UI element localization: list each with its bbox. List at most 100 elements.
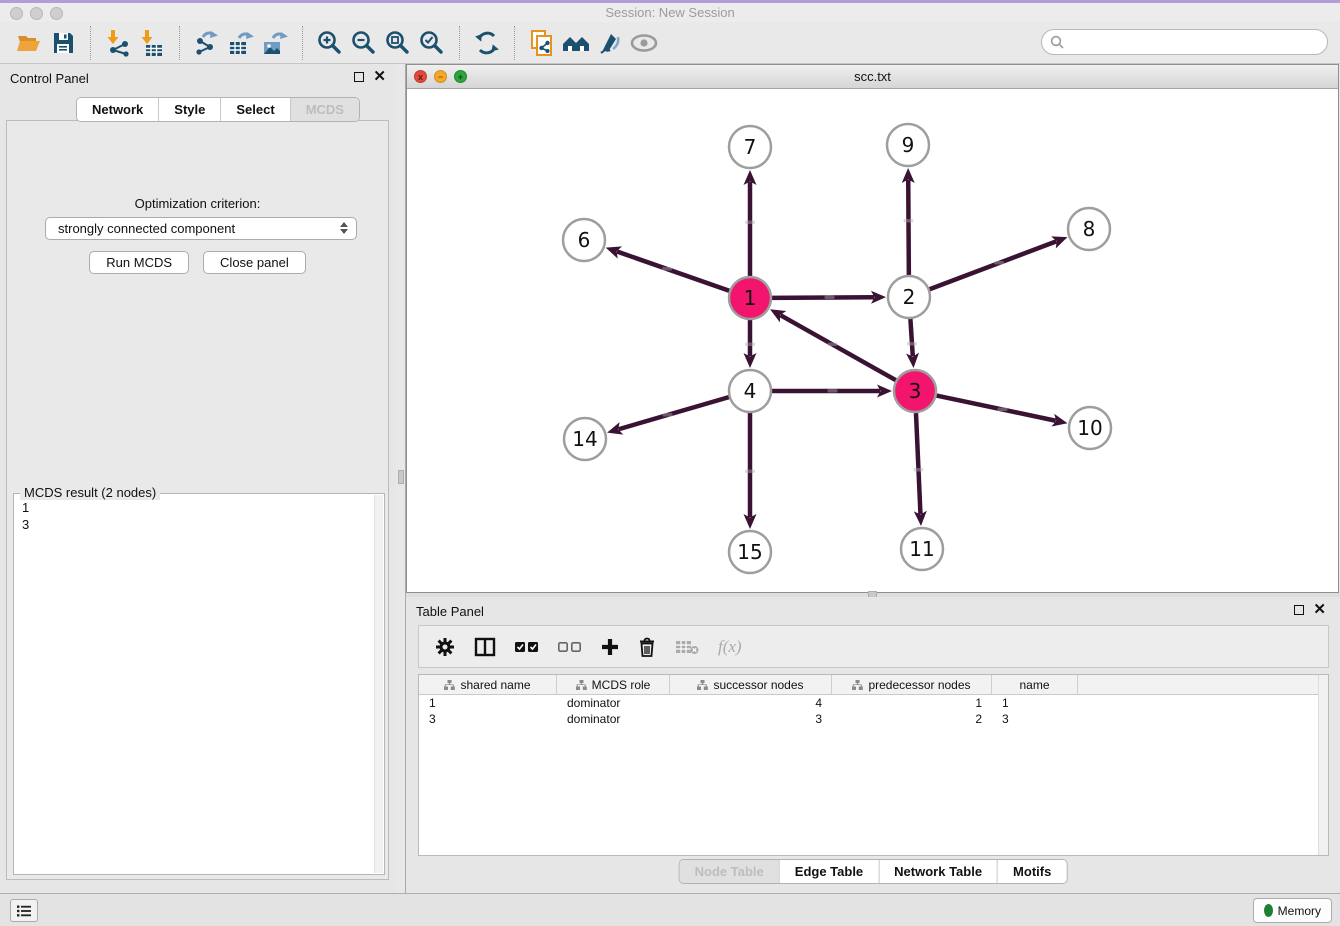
tab-select[interactable]: Select <box>220 98 289 121</box>
graph-edge-4-14[interactable] <box>619 397 729 429</box>
graph-node-label: 3 <box>909 379 922 403</box>
network-canvas[interactable]: 7968124314101511 <box>407 89 1338 592</box>
toolbar-separator <box>179 26 180 60</box>
graph-node-label: 14 <box>572 427 597 451</box>
graph-node-label: 2 <box>903 285 916 309</box>
import-table-icon[interactable] <box>135 26 169 60</box>
column-header-shared-name[interactable]: shared name <box>419 675 557 695</box>
task-history-button[interactable] <box>10 899 38 922</box>
tab-network[interactable]: Network <box>77 98 158 121</box>
graph-edge-3-11[interactable] <box>916 413 920 514</box>
search-input[interactable] <box>1071 35 1327 50</box>
graph-node-label: 4 <box>744 379 757 403</box>
table-panel-title: Table Panel <box>416 604 484 619</box>
zoom-fit-icon[interactable] <box>381 26 415 60</box>
mcds-result-text[interactable]: 1 3 <box>16 496 372 872</box>
first-neighbors-icon[interactable] <box>559 26 593 60</box>
graph-edge-3-1[interactable] <box>780 315 895 380</box>
network-view-window: x − + scc.txt 7968124314101511 <box>406 64 1339 593</box>
edge-label <box>663 413 673 417</box>
tab-style[interactable]: Style <box>158 98 220 121</box>
column-header-predecessor-nodes[interactable]: predecessor nodes <box>832 675 992 695</box>
close-panel-button[interactable]: Close panel <box>203 251 306 274</box>
edge-label <box>907 342 917 346</box>
export-network-icon[interactable] <box>190 26 224 60</box>
graphics-details-icon[interactable] <box>593 26 627 60</box>
vertical-splitter[interactable] <box>396 64 406 893</box>
table-row[interactable]: 3dominator323 <box>419 711 1328 727</box>
edge-label <box>745 343 755 347</box>
column-header-MCDS-role[interactable]: MCDS role <box>557 675 670 695</box>
tab-node-table[interactable]: Node Table <box>680 860 779 883</box>
mcds-result-group: MCDS result (2 nodes) 1 3 <box>13 493 385 875</box>
tab-edge-table[interactable]: Edge Table <box>779 860 878 883</box>
optimization-criterion-value: strongly connected component <box>58 221 235 236</box>
table-cell: 1 <box>992 695 1078 711</box>
table-cell: dominator <box>557 711 670 727</box>
tab-network-table[interactable]: Network Table <box>878 860 997 883</box>
column-header-label: predecessor nodes <box>868 678 970 692</box>
column-settings-icon[interactable] <box>435 637 455 657</box>
delete-row-icon[interactable] <box>638 637 656 657</box>
edge-label <box>745 470 755 474</box>
run-mcds-button[interactable]: Run MCDS <box>89 251 189 274</box>
network-window-titlebar[interactable]: x − + scc.txt <box>407 65 1338 89</box>
edge-label <box>828 343 838 347</box>
status-bar: Memory <box>0 893 1340 926</box>
edge-label <box>825 296 835 300</box>
table-cell: 1 <box>419 695 557 711</box>
table-row[interactable]: 1dominator411 <box>419 695 1328 711</box>
column-header-successor-nodes[interactable]: successor nodes <box>670 675 832 695</box>
graph-edge-2-3[interactable] <box>910 319 912 356</box>
split-pane-icon[interactable] <box>474 637 496 657</box>
tab-mcds[interactable]: MCDS <box>290 98 359 121</box>
app-title: Session: New Session <box>0 5 1340 20</box>
result-scrollbar[interactable] <box>374 495 383 873</box>
select-stepper-icon <box>340 222 348 234</box>
select-all-icon[interactable] <box>515 641 539 653</box>
graph-node-label: 1 <box>744 286 757 310</box>
zoom-in-icon[interactable] <box>313 26 347 60</box>
list-icon <box>16 904 32 918</box>
table-tabs: Node Table Edge Table Network Table Moti… <box>679 859 1068 884</box>
graph-edge-1-6[interactable] <box>617 252 729 291</box>
table-scrollbar[interactable] <box>1318 675 1328 855</box>
add-row-icon[interactable] <box>601 638 619 656</box>
save-session-icon[interactable] <box>46 26 80 60</box>
main-toolbar <box>0 22 1340 64</box>
graph-edge-3-10[interactable] <box>937 396 1056 421</box>
graph-edge-1-2[interactable] <box>772 297 874 298</box>
edge-label <box>662 267 672 271</box>
export-table-icon[interactable] <box>224 26 258 60</box>
close-panel-icon[interactable]: ✕ <box>373 72 386 82</box>
graph-node-label: 9 <box>902 133 915 157</box>
table-cell: dominator <box>557 695 670 711</box>
table-panel: Table Panel ✕ f(x) shared <box>406 597 1340 893</box>
tab-motifs[interactable]: Motifs <box>997 860 1066 883</box>
zoom-selected-icon[interactable] <box>415 26 449 60</box>
toolbar-separator <box>90 26 91 60</box>
float-panel-icon[interactable] <box>1294 605 1304 615</box>
graph-node-label: 8 <box>1083 217 1096 241</box>
zoom-out-icon[interactable] <box>347 26 381 60</box>
refresh-view-icon[interactable] <box>470 26 504 60</box>
import-network-icon[interactable] <box>101 26 135 60</box>
search-field[interactable] <box>1041 29 1328 55</box>
column-header-name[interactable]: name <box>992 675 1078 695</box>
graph-edge-2-8[interactable] <box>930 241 1057 289</box>
deselect-all-icon[interactable] <box>558 641 582 653</box>
network-window-title: scc.txt <box>407 69 1338 84</box>
optimization-criterion-select[interactable]: strongly connected component <box>45 217 357 240</box>
export-image-icon[interactable] <box>258 26 292 60</box>
graph-edge-2-9[interactable] <box>908 180 909 275</box>
table-cell: 3 <box>419 711 557 727</box>
open-session-icon[interactable] <box>12 26 46 60</box>
float-panel-icon[interactable] <box>354 72 364 82</box>
memory-button[interactable]: Memory <box>1253 898 1332 923</box>
graph-node-label: 7 <box>744 135 757 159</box>
app-titlebar: Session: New Session <box>0 3 1340 22</box>
splitter-grip[interactable] <box>398 470 404 484</box>
table-toolbar: f(x) <box>418 625 1329 668</box>
clone-network-icon[interactable] <box>525 26 559 60</box>
close-panel-icon[interactable]: ✕ <box>1313 605 1326 615</box>
